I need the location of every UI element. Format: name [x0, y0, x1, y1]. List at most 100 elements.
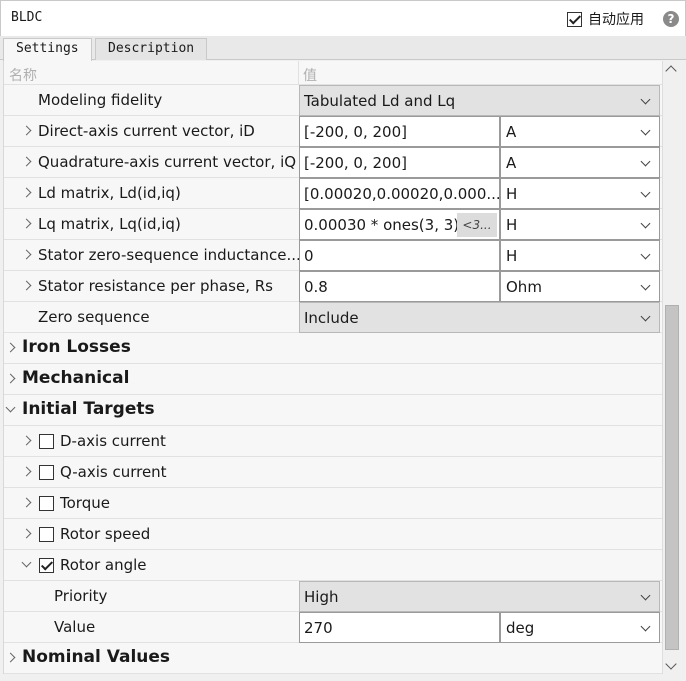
auto-apply-label: 自动应用	[588, 12, 644, 28]
chevron-down-icon	[640, 125, 651, 136]
lq-unit-dropdown[interactable]: H	[500, 209, 660, 240]
ld-matrix-label: Ld matrix, Ld(id,iq)	[38, 184, 181, 202]
torque-label: Torque	[60, 494, 110, 512]
zero-sequence-inductance-input[interactable]: 0	[299, 240, 500, 271]
rotor-angle-value-input[interactable]: 270	[299, 612, 500, 643]
zero-sequence-label: Zero sequence	[38, 308, 150, 326]
row-stator-resistance: Stator resistance per phase, Rs 0.8 Ohm	[4, 271, 662, 302]
rotor-angle-unit-dropdown[interactable]: deg	[500, 612, 660, 643]
group-iron-losses[interactable]: Iron Losses	[4, 333, 662, 364]
direct-axis-unit-dropdown[interactable]: A	[500, 116, 660, 147]
q-axis-label: Q-axis current	[60, 463, 167, 481]
help-icon[interactable]: ?	[663, 11, 679, 27]
rotor-angle-label: Rotor angle	[60, 556, 147, 574]
row-lq-matrix: Lq matrix, Lq(id,iq) 0.00030 * ones(3, 3…	[4, 209, 662, 240]
chevron-down-icon	[640, 94, 651, 105]
auto-apply-checkbox[interactable]	[567, 11, 582, 27]
row-modeling-fidelity: Modeling fidelity Tabulated Ld and Lq	[4, 85, 662, 116]
lq-matrix-input[interactable]: 0.00030 * ones(3, 3) <3...	[299, 209, 500, 240]
tab-settings[interactable]: Settings	[3, 38, 92, 61]
value-label: Value	[54, 618, 96, 636]
tab-bar: Settings Description	[0, 36, 686, 61]
chevron-right-icon[interactable]	[21, 528, 32, 539]
group-initial-targets[interactable]: Initial Targets	[4, 395, 662, 426]
chevron-down-icon[interactable]	[21, 557, 32, 568]
target-d-axis-current: D-axis current	[4, 426, 662, 457]
chevron-right-icon[interactable]	[21, 218, 32, 229]
modeling-fidelity-dropdown[interactable]: Tabulated Ld and Lq	[299, 85, 660, 116]
target-q-axis-current: Q-axis current	[4, 457, 662, 488]
lq-matrix-label: Lq matrix, Lq(id,iq)	[38, 215, 181, 233]
chevron-right-icon[interactable]	[21, 249, 32, 260]
chevron-down-icon	[640, 280, 651, 291]
chevron-down-icon	[640, 590, 651, 601]
group-mechanical[interactable]: Mechanical	[4, 364, 662, 395]
chevron-down-icon	[640, 621, 651, 632]
chevron-right-icon[interactable]	[5, 373, 16, 384]
ld-unit-dropdown[interactable]: H	[500, 178, 660, 209]
chevron-down-icon	[640, 187, 651, 198]
scroll-up-icon[interactable]	[665, 65, 677, 77]
scrollbar-thumb[interactable]	[665, 305, 679, 650]
rotor-angle-checkbox[interactable]	[39, 558, 54, 573]
chevron-right-icon[interactable]	[21, 280, 32, 291]
priority-dropdown[interactable]: High	[299, 581, 660, 612]
chevron-down-icon	[640, 249, 651, 260]
property-grid: 名称 值 Modeling fidelity Tabulated Ld and …	[3, 61, 662, 674]
row-quadrature-axis-current: Quadrature-axis current vector, iQ [-200…	[4, 147, 662, 178]
chevron-right-icon[interactable]	[21, 435, 32, 446]
chevron-down-icon	[640, 218, 651, 229]
target-torque: Torque	[4, 488, 662, 519]
grid-header: 名称 值	[4, 61, 662, 85]
d-axis-checkbox[interactable]	[39, 434, 54, 449]
group-nominal-values[interactable]: Nominal Values	[4, 643, 662, 674]
direct-axis-current-label: Direct-axis current vector, iD	[38, 122, 255, 140]
row-ld-matrix: Ld matrix, Ld(id,iq) [0.00020,0.00020,0.…	[4, 178, 662, 209]
row-priority: Priority High	[4, 581, 662, 612]
chevron-down-icon	[640, 156, 651, 167]
row-zero-sequence: Zero sequence Include	[4, 302, 662, 333]
stator-resistance-input[interactable]: 0.8	[299, 271, 500, 302]
zero-sequence-inductance-label: Stator zero-sequence inductance...	[38, 246, 301, 264]
chevron-down-icon	[640, 311, 651, 322]
target-rotor-angle: Rotor angle	[4, 550, 662, 581]
row-value: Value 270 deg	[4, 612, 662, 643]
nominal-values-label: Nominal Values	[22, 647, 171, 667]
chevron-right-icon[interactable]	[21, 125, 32, 136]
iron-losses-label: Iron Losses	[22, 337, 131, 357]
chevron-right-icon[interactable]	[21, 497, 32, 508]
priority-label: Priority	[54, 587, 108, 605]
chevron-down-icon[interactable]	[5, 402, 16, 413]
chevron-right-icon[interactable]	[21, 466, 32, 477]
ld-matrix-input[interactable]: [0.00020,0.00020,0.000...	[299, 178, 501, 209]
target-rotor-speed: Rotor speed	[4, 519, 662, 550]
chevron-right-icon[interactable]	[5, 342, 16, 353]
vertical-scrollbar[interactable]	[662, 61, 680, 674]
chevron-right-icon[interactable]	[5, 652, 16, 663]
auto-apply-toggle[interactable]: 自动应用	[567, 10, 644, 28]
q-axis-checkbox[interactable]	[39, 465, 54, 480]
stator-resistance-unit-dropdown[interactable]: Ohm	[500, 271, 660, 302]
zero-sequence-unit-dropdown[interactable]: H	[500, 240, 660, 271]
rotor-speed-checkbox[interactable]	[39, 527, 54, 542]
chevron-right-icon[interactable]	[21, 187, 32, 198]
quadrature-axis-current-input[interactable]: [-200, 0, 200]	[299, 147, 500, 178]
torque-checkbox[interactable]	[39, 496, 54, 511]
window-title: BLDC	[11, 10, 43, 25]
row-direct-axis-current: Direct-axis current vector, iD [-200, 0,…	[4, 116, 662, 147]
zero-sequence-dropdown[interactable]: Include	[299, 302, 660, 333]
initial-targets-label: Initial Targets	[22, 399, 155, 419]
quadrature-axis-current-label: Quadrature-axis current vector, iQ	[38, 153, 297, 171]
stator-resistance-label: Stator resistance per phase, Rs	[38, 277, 273, 295]
tab-description[interactable]: Description	[95, 38, 208, 60]
rotor-speed-label: Rotor speed	[60, 525, 151, 543]
row-zero-sequence-inductance: Stator zero-sequence inductance... 0 H	[4, 240, 662, 271]
title-bar: BLDC 自动应用 ?	[0, 0, 686, 36]
scroll-down-icon[interactable]	[665, 658, 677, 670]
chevron-right-icon[interactable]	[21, 156, 32, 167]
header-value: 值	[303, 68, 317, 84]
lq-size-badge[interactable]: <3...	[457, 213, 497, 237]
direct-axis-current-input[interactable]: [-200, 0, 200]	[299, 116, 500, 147]
header-name: 名称	[9, 68, 37, 84]
quadrature-axis-unit-dropdown[interactable]: A	[500, 147, 660, 178]
